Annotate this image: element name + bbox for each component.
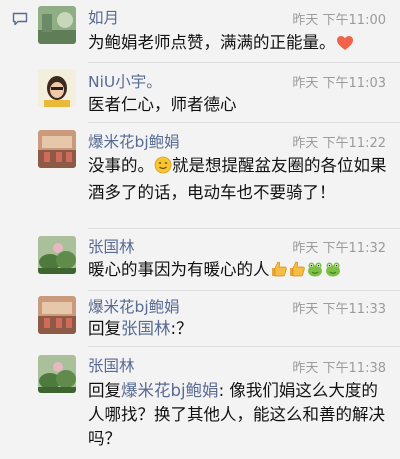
comment-time: 昨天 下午11:03 <box>292 76 386 91</box>
thumbs-up-emoji <box>288 260 306 285</box>
comment-text-content: 没事的。 <box>88 156 154 175</box>
comment-item: 爆米花bj鲍娟 昨天 下午11:22 没事的。 就是想提醒盆友圈的各位如果酒多了的… <box>34 122 400 228</box>
avatar[interactable] <box>38 130 76 168</box>
comment-time: 昨天 下午11:00 <box>292 13 386 28</box>
comment-text-content: 暖心的事因为有暖心的人 <box>88 260 270 279</box>
comment-text: 医者仁心，师者德心 <box>88 95 237 114</box>
comment-icon <box>12 12 28 26</box>
comment-text-content: 为鲍娟老师点赞，满满的正能量。 <box>88 33 336 52</box>
smile-emoji <box>154 156 172 181</box>
comment-item: 爆米花bj鲍娟 昨天 下午11:33 回复张国林:？ <box>34 290 400 346</box>
frog-emoji <box>306 260 324 285</box>
thumbs-up-emoji <box>270 260 288 285</box>
comment-text: 回复张国林:？ <box>88 317 388 341</box>
commenter-name[interactable]: 如月 <box>88 6 119 28</box>
commenter-name[interactable]: 爆米花bj鲍娟 <box>88 130 180 152</box>
reply-prefix: 回复 <box>88 381 121 400</box>
commenter-name[interactable]: 张国林 <box>88 354 135 376</box>
commenter-name[interactable]: 爆米花bj鲍娟 <box>88 295 180 317</box>
comment-time: 昨天 下午11:22 <box>292 136 386 151</box>
comment-text: 回复爆米花bj鲍娟: 像我们娟这么大度的人哪找？换了其他人，能这么和善的解决吗？ <box>88 379 388 451</box>
comment-time: 昨天 下午11:32 <box>292 241 386 256</box>
comment-item: 张国林 昨天 下午11:38 回复爆米花bj鲍娟: 像我们娟这么大度的人哪找？换… <box>34 346 400 459</box>
comment-time: 昨天 下午11:38 <box>292 361 386 376</box>
avatar[interactable] <box>38 236 76 274</box>
comment-item: NiU小宇。 昨天 下午11:03 医者仁心，师者德心 <box>34 62 400 122</box>
avatar[interactable] <box>38 69 76 107</box>
avatar[interactable] <box>38 355 76 393</box>
reply-prefix: 回复 <box>88 319 121 338</box>
commenter-name[interactable]: 张国林 <box>88 235 135 257</box>
comment-text-content: :？ <box>170 319 193 338</box>
comment-text: 没事的。 就是想提醒盆友圈的各位如果酒多了的话，电动车也不要骑了！ <box>88 154 388 205</box>
comment-item: 如月 昨天 下午11:00 为鲍娟老师点赞，满满的正能量。 <box>34 0 400 62</box>
reply-to-name[interactable]: 张国林 <box>121 319 171 338</box>
comment-time: 昨天 下午11:33 <box>292 302 386 317</box>
comment-text: 为鲍娟老师点赞，满满的正能量。 <box>88 31 388 58</box>
avatar[interactable] <box>38 296 76 334</box>
comment-item: 张国林 昨天 下午11:32 暖心的事因为有暖心的人 <box>34 228 400 290</box>
avatar[interactable] <box>38 6 76 44</box>
frog-emoji <box>324 260 342 285</box>
comment-text: 暖心的事因为有暖心的人 <box>88 258 388 285</box>
commenter-name[interactable]: NiU小宇。 <box>88 70 162 92</box>
heart-icon <box>336 34 354 58</box>
reply-to-name[interactable]: 爆米花bj鲍娟 <box>121 381 219 400</box>
